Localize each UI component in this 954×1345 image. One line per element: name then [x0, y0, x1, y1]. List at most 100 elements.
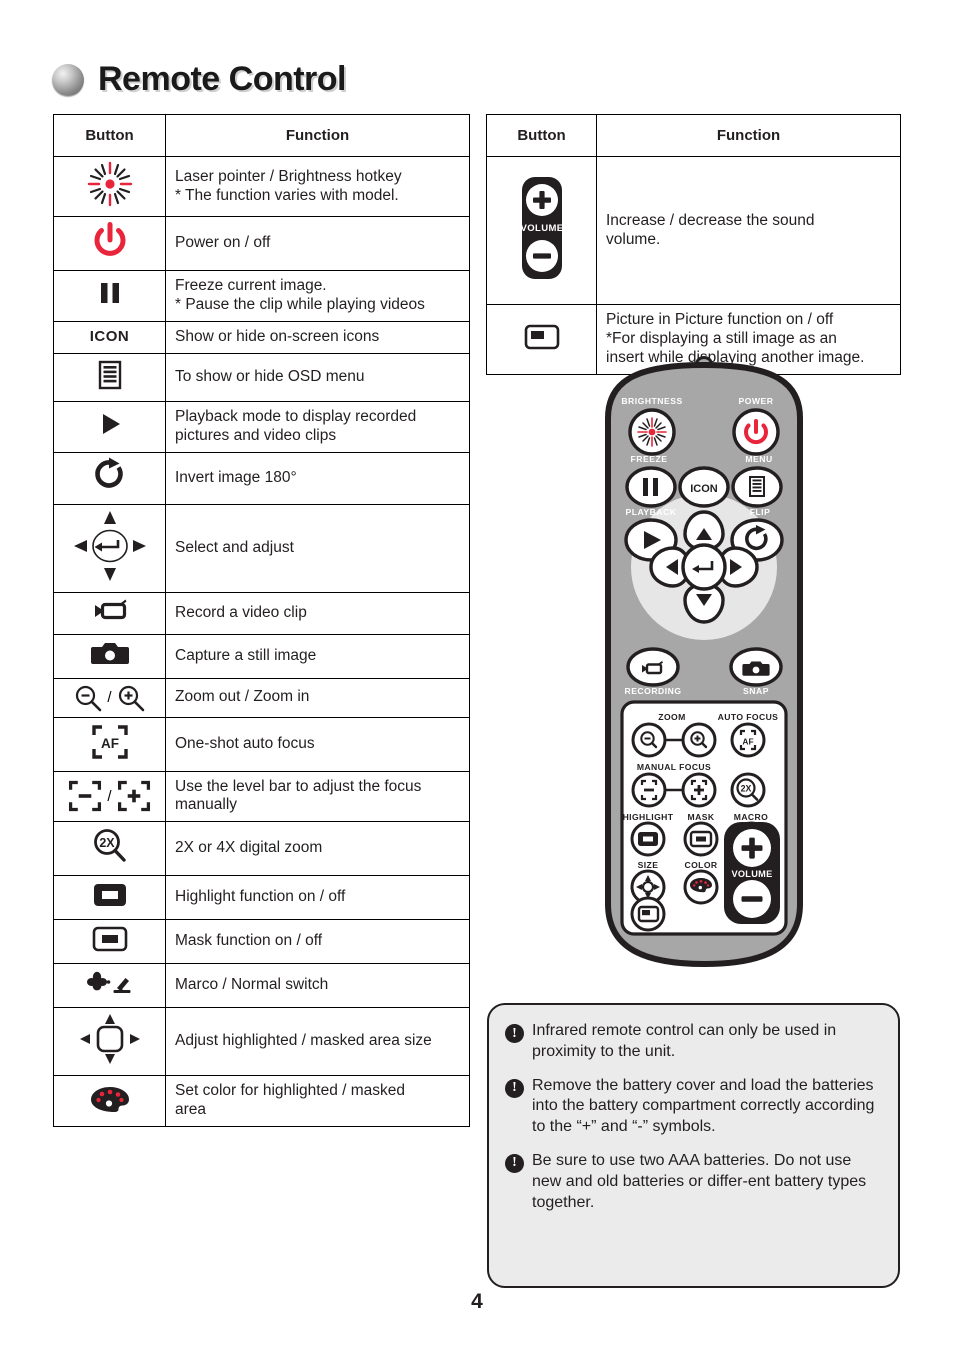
table-row: Marco / Normal switch — [53, 963, 470, 1009]
column-header-button: Button — [486, 114, 597, 157]
function-text: Set color for highlighted / masked area — [165, 1075, 470, 1128]
remote-button-highlight — [630, 821, 666, 857]
pause-freeze-icon — [53, 270, 166, 322]
note-text: Be sure to use two AAA batteries. Do not… — [532, 1151, 867, 1211]
exclamation-icon: ! — [505, 1078, 524, 1098]
remote-button-zoom-in — [681, 722, 717, 758]
table-row: Highlight function on / off — [53, 875, 470, 921]
icon-separator: / — [107, 689, 112, 707]
laser-burst-icon — [53, 156, 166, 217]
sphere-bullet-icon — [52, 63, 84, 96]
svg-text:AF: AF — [742, 737, 753, 747]
play-playback-icon — [53, 400, 166, 453]
note-text: Remove the battery cover and load the ba… — [532, 1076, 875, 1136]
table-row: To show or hide OSD menu — [53, 352, 470, 402]
table-row: / Use the level bar to adjust the focus … — [53, 770, 470, 823]
power-icon — [53, 216, 166, 271]
svg-text:AF: AF — [101, 736, 119, 751]
table-row: Record a video clip — [53, 591, 470, 635]
icon-separator: / — [107, 787, 112, 805]
function-text: Adjust highlighted / masked area size — [165, 1007, 470, 1077]
remote-button-icon: ICON — [678, 466, 730, 508]
note-text: Infrared remote control can only be used… — [532, 1022, 837, 1060]
remote-2x-label: 2X — [741, 784, 752, 794]
remote-button-power — [732, 408, 780, 456]
menu-osd-icon — [53, 352, 166, 402]
table-row: AF One-shot auto focus — [53, 716, 470, 772]
highlight-icon — [53, 875, 166, 921]
remote-button-manual-focus-minus — [631, 772, 667, 808]
remote-label-size: SIZE — [638, 860, 659, 870]
remote-button-auto-focus: AF — [730, 722, 766, 758]
color-palette-icon — [53, 1075, 166, 1128]
dpad-select-icon — [53, 503, 166, 593]
remote-button-brightness — [628, 408, 676, 456]
table-row: Capture a still image — [53, 633, 470, 679]
table-header-row: Button Function — [53, 114, 470, 157]
volume-rocker-icon: VOLUME — [486, 156, 597, 305]
remote-label-highlight: HIGHLIGHT — [623, 812, 674, 822]
remote-button-enter — [681, 543, 727, 591]
note-item: ! Infrared remote control can only be us… — [505, 1021, 880, 1063]
remote-label-brightness: BRIGHTNESS — [621, 396, 682, 406]
function-text: Show or hide on-screen icons — [165, 320, 470, 354]
manual-focus-plus-icon — [116, 778, 152, 814]
function-text: Invert image 180° — [165, 451, 470, 505]
function-text: One-shot auto focus — [165, 716, 470, 772]
remote-label-mask: MASK — [688, 812, 715, 822]
table-row: Power on / off — [53, 216, 470, 271]
remote-label-power: POWER — [739, 396, 774, 406]
button-function-table-right: Button Function VOLUME Increase / decrea… — [486, 114, 901, 375]
remote-label-macro: MACRO — [734, 812, 768, 822]
function-text: Playback mode to display recorded pictur… — [165, 400, 470, 453]
column-header-button: Button — [53, 114, 166, 157]
size-adjust-icon — [53, 1007, 166, 1077]
remote-button-freeze — [625, 466, 677, 508]
pip-icon — [486, 304, 597, 375]
exclamation-icon: ! — [505, 1153, 524, 1173]
function-text: Record a video clip — [165, 591, 470, 635]
table-header-row: Button Function — [486, 114, 901, 157]
remote-button-digital-zoom-2x: 2X — [730, 772, 766, 808]
function-text: Capture a still image — [165, 633, 470, 679]
icon-text-button: ICON — [53, 320, 166, 354]
notes-panel: ! Infrared remote control can only be us… — [487, 1003, 900, 1288]
remote-volume-label: VOLUME — [731, 869, 772, 879]
note-item: ! Be sure to use two AAA batteries. Do n… — [505, 1151, 880, 1213]
mask-icon — [53, 919, 166, 965]
remote-label-auto-focus: AUTO FOCUS — [718, 712, 779, 722]
remote-button-mask — [683, 821, 719, 857]
macro-normal-icon — [53, 963, 166, 1009]
table-row: ICON Show or hide on-screen icons — [53, 320, 470, 354]
table-row: VOLUME Increase / decrease the sound vol… — [486, 156, 901, 305]
table-row: 2X 2X or 4X digital zoom — [53, 821, 470, 877]
remote-button-manual-focus-plus — [681, 772, 717, 808]
manual-focus-minus-plus-icon: / — [53, 770, 166, 823]
remote-label-flip: FLIP — [750, 507, 771, 517]
table-row: Playback mode to display recorded pictur… — [53, 400, 470, 453]
function-text: Power on / off — [165, 216, 470, 271]
remote-button-zoom-out — [631, 722, 667, 758]
table-row: Freeze current image. * Pause the clip w… — [53, 270, 470, 322]
remote-icon-button-label: ICON — [690, 483, 718, 495]
zoom-in-icon — [116, 683, 146, 713]
table-row: / Zoom out / Zoom in — [53, 677, 470, 718]
remote-label-color: COLOR — [684, 860, 717, 870]
manual-focus-minus-icon — [67, 778, 103, 814]
digital-zoom-2x-icon: 2X — [53, 821, 166, 877]
auto-focus-af-icon: AF — [53, 716, 166, 772]
video-record-icon — [53, 591, 166, 635]
table-row: Set color for highlighted / masked area — [53, 1075, 470, 1128]
function-text: Increase / decrease the sound volume. — [596, 156, 901, 305]
remote-control-illustration: BRIGHTNESS POWER FREEZE MENU PLAYBACK FL… — [596, 356, 812, 972]
icon-button-label: ICON — [89, 328, 130, 346]
camera-snap-icon — [53, 633, 166, 679]
svg-text:2X: 2X — [99, 836, 115, 850]
table-row: Invert image 180° — [53, 451, 470, 505]
function-text: Select and adjust — [165, 503, 470, 593]
flip-rotate-icon — [53, 451, 166, 505]
svg-text:VOLUME: VOLUME — [520, 223, 563, 234]
remote-label-snap: SNAP — [743, 686, 769, 696]
zoom-out-icon — [73, 683, 103, 713]
remote-button-recording — [626, 647, 680, 687]
